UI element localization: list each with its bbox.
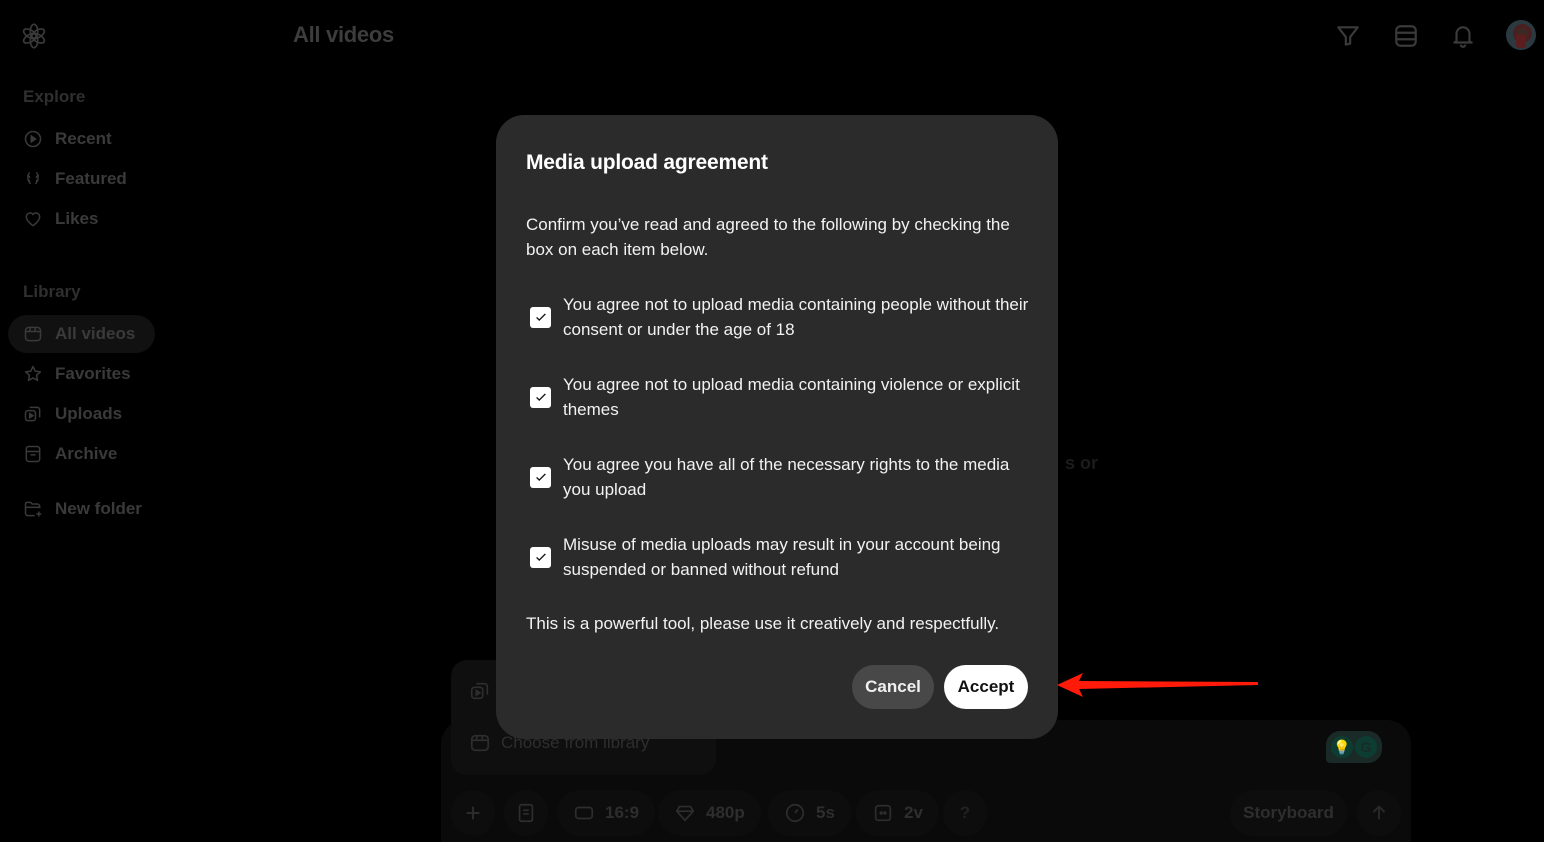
agreement-text: You agree not to upload media containing… [563, 295, 1029, 339]
agreement-item: You agree not to upload media containing… [530, 372, 1030, 422]
agreement-checkbox-consent[interactable] [530, 306, 551, 328]
heart-icon [23, 209, 43, 229]
variations-button[interactable]: 2v [856, 790, 939, 836]
dialog-footer-text: This is a powerful tool, please use it c… [526, 614, 1000, 633]
grammarly-g-icon: G [1355, 736, 1377, 758]
sidebar-item-uploads[interactable]: Uploads [8, 395, 142, 433]
resolution-value: 480p [706, 803, 745, 822]
sidebar-item-archive[interactable]: Archive [8, 435, 137, 473]
checkmark-icon [535, 393, 546, 402]
agreement-checkbox-violence[interactable] [530, 386, 551, 408]
explore-section-label: Explore [23, 87, 86, 106]
new-folder-label: New folder [55, 499, 142, 518]
sidebar-item-all-videos[interactable]: All videos [8, 315, 156, 353]
media-upload-agreement-dialog: Media upload agreement Confirm you’ve re… [496, 115, 1058, 739]
agreement-item: You agree you have all of the necessary … [530, 452, 1030, 502]
plus-icon [466, 806, 480, 820]
sidebar-item-label: Featured [55, 169, 127, 188]
storyboard-label: Storyboard [1243, 803, 1334, 822]
book-settings-icon [518, 803, 534, 823]
star-icon [23, 364, 43, 384]
resolution-button[interactable]: 480p [658, 790, 761, 836]
sidebar-item-label: Recent [55, 129, 112, 148]
help-icon: ? [959, 803, 971, 822]
play-circle-icon [23, 129, 43, 149]
cancel-button[interactable]: Cancel [852, 665, 934, 709]
duration-value: 5s [816, 803, 835, 822]
archive-icon [23, 444, 43, 464]
library-section-label: Library [23, 282, 81, 301]
arrow-up-icon [1372, 805, 1386, 820]
accept-button[interactable]: Accept [944, 665, 1028, 709]
dialog-title: Media upload agreement [526, 151, 768, 174]
clapperboard-icon [23, 324, 43, 344]
folder-plus-icon [23, 499, 43, 519]
sidebar-item-likes[interactable]: Likes [8, 200, 118, 238]
grammarly-widget[interactable]: 💡 G [1326, 731, 1382, 763]
new-folder-button[interactable]: New folder [8, 490, 162, 528]
page-title: All videos [293, 22, 394, 47]
bell-icon[interactable] [1449, 22, 1477, 50]
aspect-ratio-button[interactable]: 16:9 [557, 790, 656, 836]
submit-button[interactable] [1357, 790, 1401, 836]
agreement-item: Misuse of media uploads may result in yo… [530, 532, 1030, 582]
user-avatar[interactable] [1506, 20, 1536, 50]
agreement-text: Misuse of media uploads may result in yo… [563, 535, 1001, 579]
uploads-icon [23, 404, 43, 424]
sidebar-item-label: Archive [55, 444, 118, 463]
checkmark-icon [535, 473, 546, 482]
agreement-checkbox-misuse[interactable] [530, 546, 551, 568]
sidebar-item-featured[interactable]: Featured [8, 160, 147, 198]
variations-value: 2v [904, 803, 923, 822]
list-view-icon[interactable] [1392, 22, 1420, 50]
clapperboard-icon [470, 734, 490, 752]
agreement-text: You agree you have all of the necessary … [563, 455, 1010, 499]
storyboard-button[interactable]: Storyboard [1230, 790, 1347, 836]
add-button[interactable] [451, 790, 495, 836]
sidebar-item-favorites[interactable]: Favorites [8, 355, 151, 393]
filter-icon[interactable] [1334, 22, 1362, 50]
agreement-checkbox-rights[interactable] [530, 466, 551, 488]
sidebar-item-label: Uploads [55, 404, 123, 423]
agreement-item: You agree not to upload media containing… [530, 292, 1030, 342]
sidebar-item-label: Likes [55, 209, 99, 228]
grammarly-bulb-icon: 💡 [1331, 736, 1353, 758]
uploads-icon [470, 682, 489, 700]
sidebar-item-label: All videos [55, 324, 136, 343]
laurel-icon [23, 169, 43, 189]
diamond-icon [675, 805, 695, 822]
checkmark-icon [535, 553, 546, 562]
help-button[interactable]: ? [943, 790, 987, 836]
agreement-text: You agree not to upload media containing… [563, 375, 1020, 419]
sidebar-item-recent[interactable]: Recent [8, 120, 132, 158]
annotation-arrow-icon [1057, 673, 1258, 697]
checkmark-icon [535, 313, 546, 322]
duration-button[interactable]: 5s [768, 790, 851, 836]
dialog-description: Confirm you’ve read and agreed to the fo… [526, 215, 1010, 259]
aspect-ratio-value: 16:9 [605, 803, 640, 822]
aspect-ratio-icon [574, 806, 594, 820]
background-empty-state-text: s or [1065, 453, 1099, 473]
preset-button[interactable] [504, 790, 548, 836]
sidebar: Explore Recent Featured Likes Library Al… [0, 0, 280, 842]
variations-icon [874, 804, 892, 822]
sidebar-item-label: Favorites [55, 364, 131, 383]
timer-icon [785, 803, 805, 823]
